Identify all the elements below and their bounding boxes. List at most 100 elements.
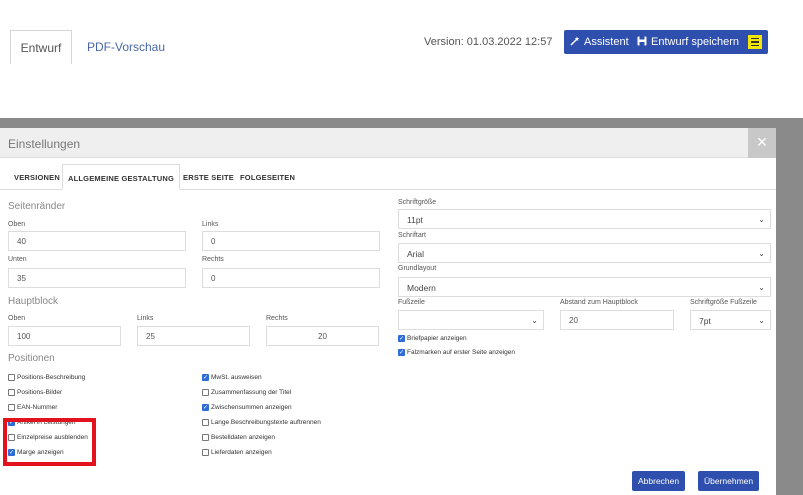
checkbox-label: EAN-Nummer [17, 404, 58, 411]
save-draft-label: Entwurf speichern [651, 36, 740, 48]
cb-bestelldaten[interactable]: Bestelldaten anzeigen [202, 434, 275, 441]
tab-erste-seite[interactable]: ERSTE SEITE [183, 164, 234, 190]
tab-allgemeine-gestaltung[interactable]: ALLGEMEINE GESTALTUNG [62, 164, 181, 190]
select-value: 7pt [699, 316, 711, 326]
close-button[interactable]: × [748, 128, 776, 158]
hamburger-icon [748, 35, 762, 49]
checkbox-label: Lange Beschreibungstexte auftrennen [211, 419, 321, 426]
cb-marge-anzeigen[interactable]: ✓ Marge anzeigen [8, 449, 64, 456]
menu-button[interactable] [742, 30, 768, 54]
checkbox-label: Briefpapier anzeigen [407, 335, 467, 342]
section-positionen: Positionen [8, 353, 55, 364]
seitenraender-oben-input[interactable]: 40 [8, 231, 186, 251]
cb-positions-beschreibung[interactable]: Positions-Beschreibung [8, 374, 85, 381]
checkbox-checked-icon: ✓ [8, 419, 15, 426]
seitenraender-unten-input[interactable]: 35 [8, 268, 186, 288]
hb-rechts-label: Rechts [266, 315, 288, 322]
save-icon [637, 36, 647, 49]
tab-pdf-vorschau[interactable]: PDF-Vorschau [87, 30, 165, 64]
cb-positions-bilder[interactable]: Positions-Bilder [8, 389, 62, 396]
cb-zusammenfassung-titel[interactable]: Zusammenfassung der Titel [202, 389, 291, 396]
schriftgroesse-select[interactable]: 11pt ⌄ [398, 209, 771, 229]
hb-links-label: Links [137, 315, 154, 322]
oben-label: Oben [8, 221, 26, 228]
grundlayout-select[interactable]: Modern ⌄ [398, 277, 771, 297]
checkbox-checked-icon: ✓ [202, 404, 209, 411]
checkbox-label: Artikel in Leistungen [17, 419, 76, 426]
checkbox-icon [8, 434, 15, 441]
schriftart-label: Schriftart [398, 232, 427, 239]
checkbox-checked-icon: ✓ [8, 449, 15, 456]
seitenraender-links-input[interactable]: 0 [202, 231, 380, 251]
links-label: Links [202, 221, 219, 228]
chevron-down-icon: ⌄ [758, 283, 765, 292]
checkbox-label: Zusammenfassung der Titel [211, 389, 292, 396]
chevron-down-icon: ⌄ [758, 215, 765, 224]
top-bar: Entwurf PDF-Vorschau Version: 01.03.2022… [0, 0, 803, 78]
cb-briefpapier[interactable]: ✓ Briefpapier anzeigen [398, 335, 467, 342]
hb-oben-label: Oben [8, 315, 26, 322]
checkbox-label: Bestelldaten anzeigen [211, 434, 275, 441]
hauptblock-rechts-input[interactable]: 20 [266, 326, 379, 346]
select-value: Modern [407, 283, 436, 293]
cb-falzmarken[interactable]: ✓ Falzmarken auf erster Seite anzeigen [398, 349, 515, 356]
schriftgroesse-label: Schriftgröße [398, 199, 437, 206]
checkbox-icon [202, 389, 209, 396]
cancel-button[interactable]: Abbrechen [632, 471, 686, 491]
checkbox-label: Positions-Beschreibung [17, 374, 86, 381]
tab-versionen[interactable]: VERSIONEN [14, 164, 60, 190]
modal-title: Einstellungen [8, 137, 81, 151]
select-value: Arial [407, 249, 425, 259]
fs-groesse-label: Schriftgröße Fußzeile [690, 299, 757, 306]
chevron-down-icon: ⌄ [758, 249, 765, 258]
hauptblock-oben-input[interactable]: 100 [8, 326, 121, 346]
checkbox-checked-icon: ✓ [398, 335, 405, 342]
fusszeile-label: Fußzeile [398, 299, 425, 306]
apply-button[interactable]: Übernehmen [698, 471, 760, 491]
checkbox-label: Marge anzeigen [17, 449, 64, 456]
cb-lieferdaten[interactable]: Lieferdaten anzeigen [202, 449, 272, 456]
section-hauptblock: Hauptblock [8, 296, 59, 307]
settings-tabs: VERSIONEN ALLGEMEINE GESTALTUNG ERSTE SE… [0, 164, 776, 190]
assistant-button[interactable]: Assistent [564, 30, 635, 54]
checkbox-icon [8, 374, 15, 381]
tab-folgeseiten[interactable]: FOLGESEITEN [240, 164, 295, 190]
section-seitenraender: Seitenränder [8, 201, 66, 212]
tab-entwurf[interactable]: Entwurf [10, 30, 72, 64]
fs-groesse-select[interactable]: 7pt ⌄ [690, 310, 771, 330]
checkbox-icon [8, 404, 15, 411]
select-value: 11pt [407, 215, 423, 225]
chevron-down-icon: ⌄ [531, 316, 538, 325]
checkbox-label: Zwischensummen anzeigen [211, 404, 292, 411]
schriftart-select[interactable]: Arial ⌄ [398, 243, 771, 263]
checkbox-icon [202, 434, 209, 441]
cb-lange-beschreibungstexte[interactable]: Lange Beschreibungstexte auftrennen [202, 419, 321, 426]
abstand-label: Abstand zum Hauptblock [560, 299, 638, 306]
rechts-label: Rechts [202, 256, 224, 263]
seitenraender-rechts-input[interactable]: 0 [202, 268, 380, 288]
cb-mwst-ausweisen[interactable]: ✓ MwSt. ausweisen [202, 374, 262, 381]
checkbox-label: Einzelpreise ausblenden [17, 434, 88, 441]
grundlayout-label: Grundlayout [398, 265, 437, 272]
abstand-input[interactable]: 20 [560, 310, 674, 330]
modal-header: Einstellungen × [0, 128, 776, 158]
cb-zwischensummen[interactable]: ✓ Zwischensummen anzeigen [202, 404, 292, 411]
cb-artikel-in-leistungen[interactable]: ✓ Artikel in Leistungen [8, 419, 76, 426]
hauptblock-links-input[interactable]: 25 [137, 326, 250, 346]
unten-label: Unten [8, 256, 27, 263]
checkbox-label: Positions-Bilder [17, 389, 63, 396]
checkbox-checked-icon: ✓ [202, 374, 209, 381]
cb-ean-nummer[interactable]: EAN-Nummer [8, 404, 57, 411]
checkbox-label: Falzmarken auf erster Seite anzeigen [407, 349, 516, 356]
version-label: Version: 01.03.2022 12:57 [424, 36, 553, 48]
checkbox-icon [8, 389, 15, 396]
fusszeile-select[interactable]: ⌄ [398, 310, 544, 330]
checkbox-label: MwSt. ausweisen [211, 374, 262, 381]
magic-wand-icon [570, 36, 580, 49]
cb-einzelpreise-ausblenden[interactable]: Einzelpreise ausblenden [8, 434, 88, 441]
checkbox-label: Lieferdaten anzeigen [211, 449, 272, 456]
checkbox-icon [202, 419, 209, 426]
save-draft-button[interactable]: Entwurf speichern [631, 30, 746, 54]
checkbox-checked-icon: ✓ [398, 349, 405, 356]
checkbox-icon [202, 449, 209, 456]
